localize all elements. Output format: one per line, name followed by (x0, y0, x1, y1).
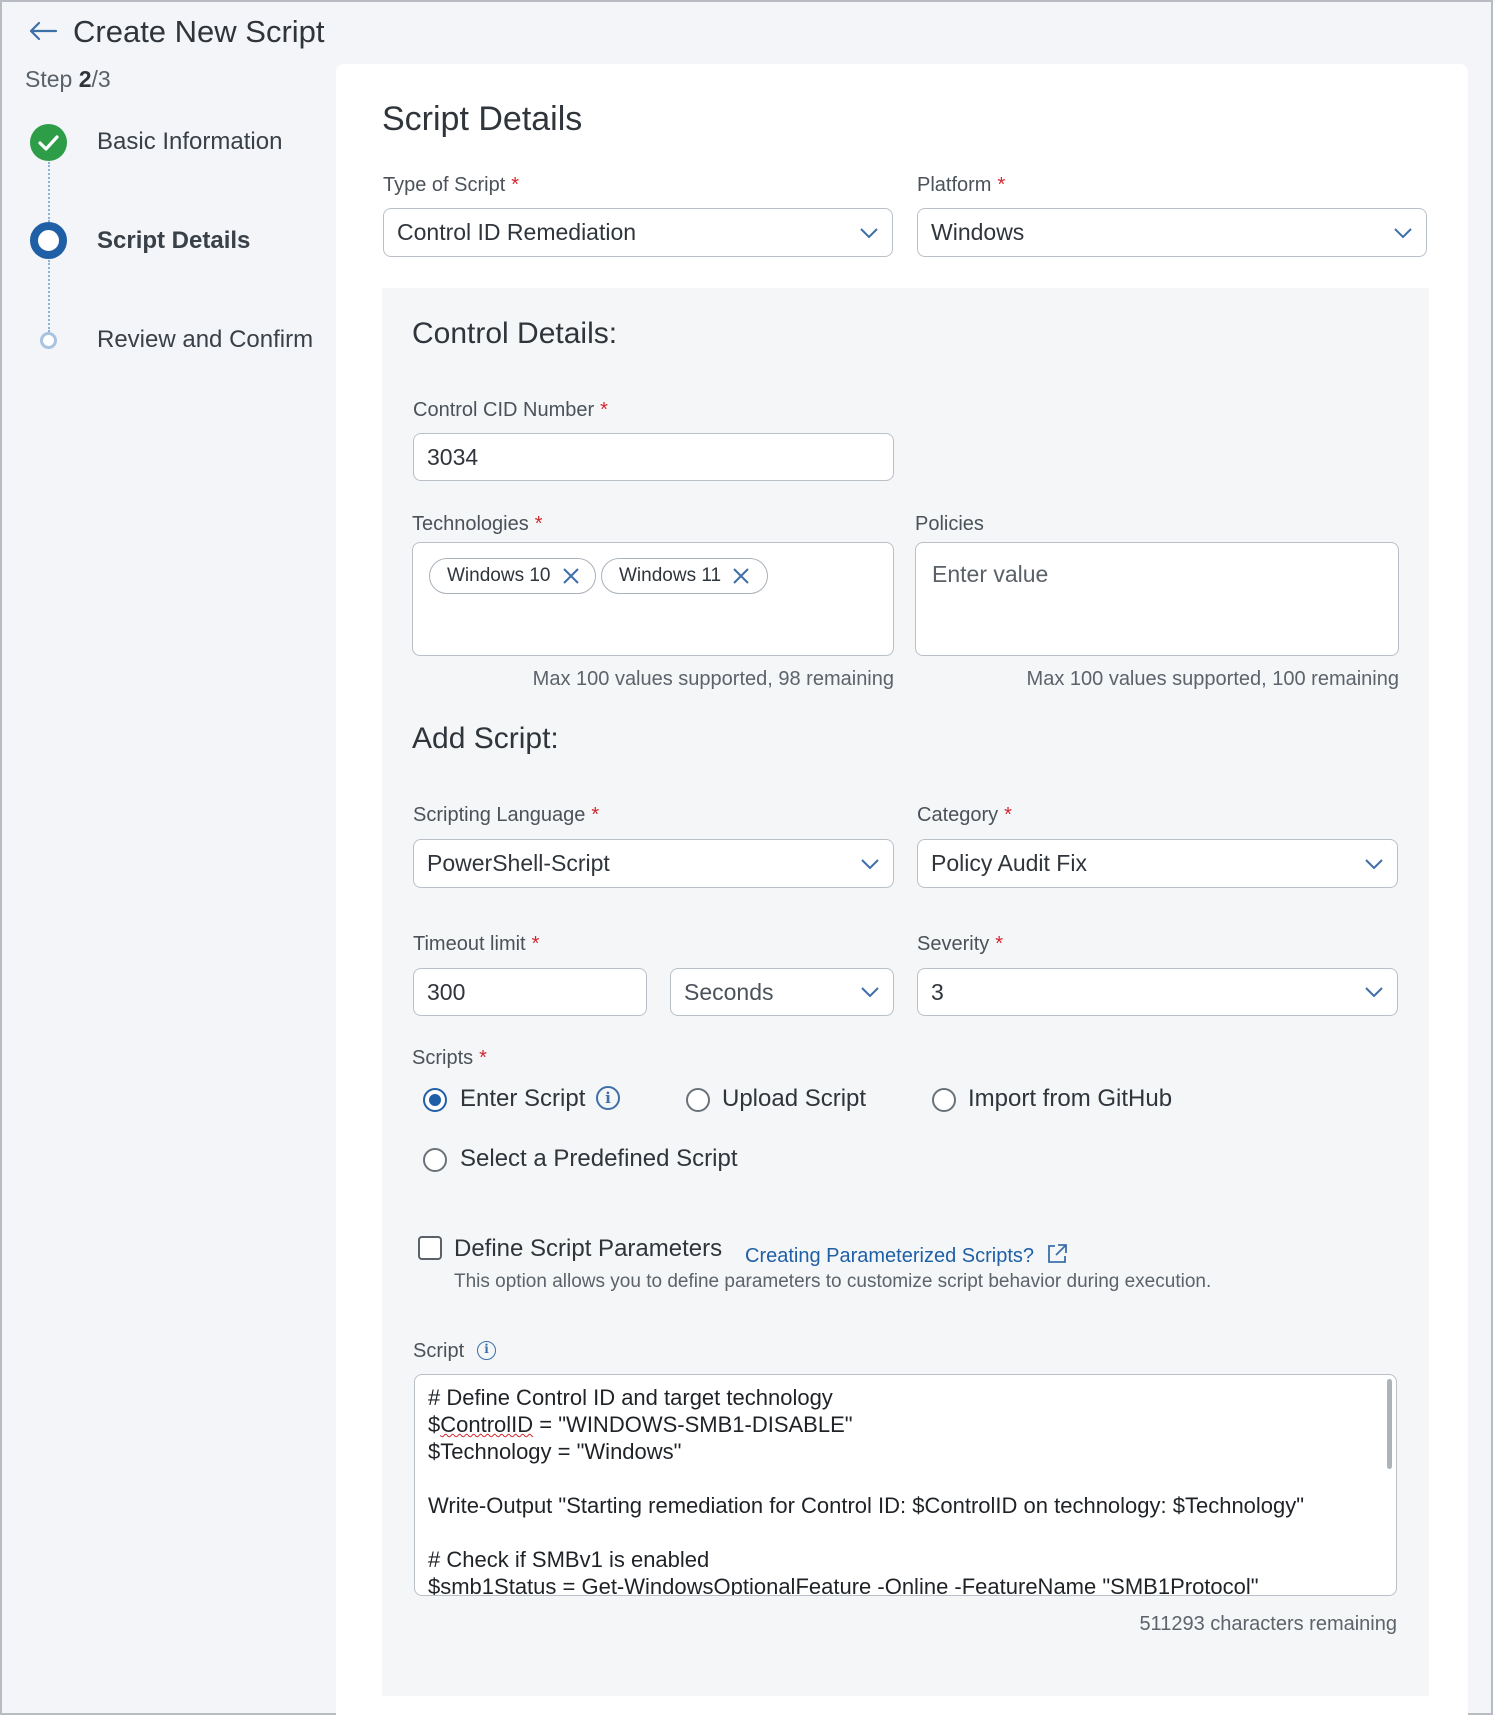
technology-chip: Windows 11 (601, 558, 768, 594)
define-parameters-checkbox[interactable] (418, 1236, 442, 1260)
step-current-icon (30, 222, 67, 259)
import-from-github-radio[interactable] (932, 1088, 956, 1112)
control-details-title: Control Details: (412, 317, 618, 350)
chevron-down-icon (861, 858, 879, 869)
section-title: Script Details (382, 100, 583, 138)
enter-script-radio[interactable] (423, 1088, 447, 1112)
predefined-script-label[interactable]: Select a Predefined Script (460, 1145, 738, 1173)
scripting-language-label: Scripting Language * (413, 804, 600, 826)
chevron-down-icon (1394, 227, 1412, 238)
type-of-script-select[interactable]: Control ID Remediation (383, 208, 893, 257)
technologies-label: Technologies * (412, 513, 543, 535)
script-line: Write-Output "Starting remediation for C… (428, 1493, 1305, 1518)
severity-select[interactable]: 3 (917, 968, 1398, 1016)
info-icon[interactable]: i (596, 1086, 620, 1110)
step-pending-icon (40, 332, 57, 349)
chevron-down-icon (861, 987, 879, 998)
chevron-down-icon (860, 227, 878, 238)
technology-chip: Windows 10 (429, 558, 596, 594)
step-basic-information[interactable]: Basic Information (97, 128, 282, 156)
category-label: Category * (917, 804, 1012, 826)
script-scrollbar[interactable] (1387, 1379, 1392, 1469)
chevron-down-icon (1365, 858, 1383, 869)
technologies-input[interactable]: Windows 10 Windows 11 (412, 542, 894, 656)
chevron-down-icon (1365, 987, 1383, 998)
stepper-connector (48, 260, 50, 332)
timeout-limit-input[interactable]: 300 (413, 968, 647, 1016)
category-select[interactable]: Policy Audit Fix (917, 839, 1398, 888)
back-arrow-icon[interactable] (26, 14, 60, 48)
scripting-language-select[interactable]: PowerShell-Script (413, 839, 894, 888)
type-of-script-label: Type of Script * (383, 174, 520, 196)
step-script-details[interactable]: Script Details (97, 227, 250, 255)
script-line: $ControlID = "WINDOWS-SMB1-DISABLE" (428, 1412, 853, 1437)
control-cid-label: Control CID Number * (413, 399, 608, 421)
external-link-icon (1047, 1244, 1067, 1263)
script-line: # Check if SMBv1 is enabled (428, 1547, 710, 1572)
enter-script-label[interactable]: Enter Script (460, 1085, 585, 1113)
script-label: Script (413, 1340, 465, 1362)
script-line: $Technology = "Windows" (428, 1439, 682, 1464)
timeout-unit-select[interactable]: Seconds (670, 968, 894, 1016)
step-complete-icon (30, 124, 67, 161)
severity-label: Severity * (917, 933, 1004, 955)
chars-remaining: 511293 characters remaining (1139, 1613, 1397, 1635)
technologies-help: Max 100 values supported, 98 remaining (532, 668, 894, 690)
predefined-script-radio[interactable] (423, 1148, 447, 1172)
stepper-connector (48, 162, 50, 222)
remove-chip-icon[interactable] (731, 566, 751, 586)
upload-script-label[interactable]: Upload Script (722, 1085, 866, 1113)
parameterized-scripts-link[interactable]: Creating Parameterized Scripts? (745, 1243, 1068, 1268)
platform-select[interactable]: Windows (917, 208, 1427, 257)
scripts-label: Scripts * (412, 1047, 487, 1069)
control-cid-input[interactable]: 3034 (413, 433, 894, 481)
define-parameters-help: This option allows you to define paramet… (454, 1271, 1212, 1292)
add-script-title: Add Script: (412, 722, 559, 755)
script-editor[interactable]: # Define Control ID and target technolog… (414, 1374, 1397, 1596)
upload-script-radio[interactable] (686, 1088, 710, 1112)
import-from-github-label[interactable]: Import from GitHub (968, 1085, 1172, 1113)
timeout-limit-label: Timeout limit * (413, 933, 540, 955)
page-title: Create New Script (73, 14, 325, 49)
info-icon[interactable]: i (477, 1341, 496, 1360)
remove-chip-icon[interactable] (561, 566, 581, 586)
script-line: # Define Control ID and target technolog… (428, 1385, 833, 1410)
policies-input[interactable]: Enter value (915, 542, 1399, 656)
policies-label: Policies (915, 513, 984, 535)
step-indicator: Step 2/3 (25, 66, 111, 92)
step-review-and-confirm[interactable]: Review and Confirm (97, 326, 313, 354)
platform-label: Platform * (917, 174, 1006, 196)
script-line: $smb1Status = Get-WindowsOptionalFeature… (428, 1574, 1259, 1596)
policies-help: Max 100 values supported, 100 remaining (1026, 668, 1399, 690)
define-parameters-label[interactable]: Define Script Parameters (454, 1235, 722, 1263)
